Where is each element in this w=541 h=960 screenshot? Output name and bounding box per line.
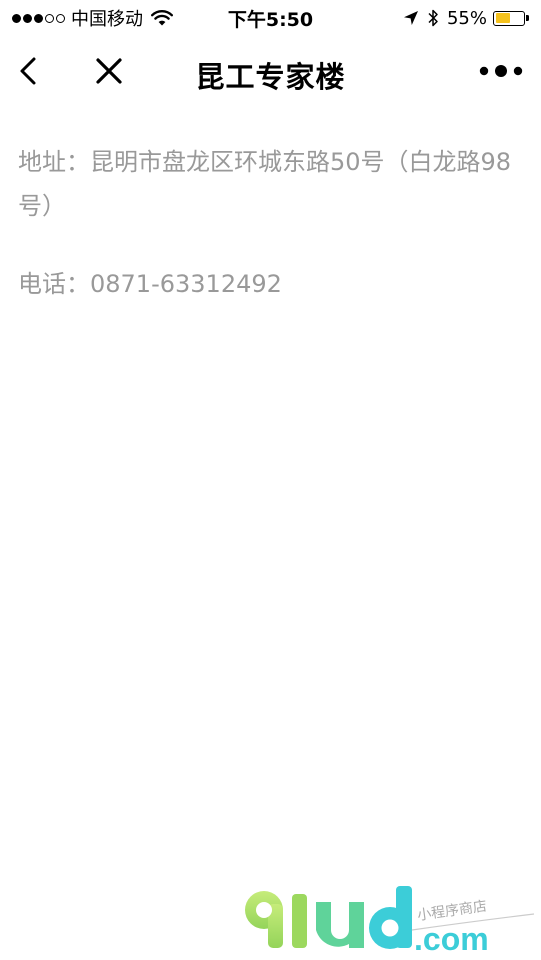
content: 地址：昆明市盘龙区环城东路50号（白龙路98号） 电话：0871-6331249… [18, 140, 518, 306]
battery-fill [495, 13, 511, 23]
address-text: 地址：昆明市盘龙区环城东路50号（白龙路98号） [18, 148, 512, 220]
battery-cap [526, 15, 529, 21]
watermark-logo: .com 小程序商店 [245, 886, 535, 957]
battery-percent: 55% [446, 7, 487, 29]
more-button[interactable] [479, 62, 523, 80]
status-bar: 中国移动 下午5:50 55% [0, 0, 541, 36]
page-title: 昆工专家楼 [195, 60, 346, 94]
nav-bar: 昆工专家楼 [0, 36, 541, 108]
bluetooth-icon [428, 9, 438, 27]
watermark-domain: .com [414, 921, 489, 957]
status-right: 55% [403, 6, 529, 30]
battery-icon [493, 10, 525, 26]
location-arrow-icon [403, 11, 418, 25]
phone-text[interactable]: 电话：0871-63312492 [18, 262, 518, 306]
more-dots-icon [479, 65, 523, 77]
